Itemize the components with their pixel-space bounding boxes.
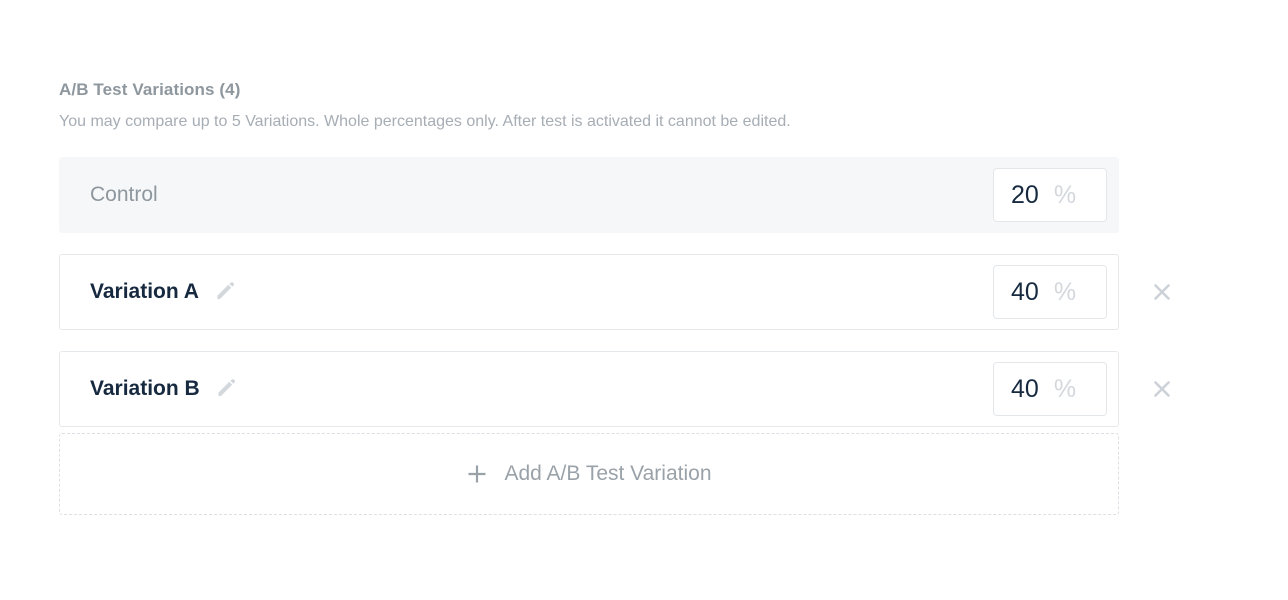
control-label-wrap: Control bbox=[60, 182, 993, 208]
close-icon bbox=[1154, 381, 1170, 397]
control-label: Control bbox=[90, 183, 158, 206]
control-percent-field[interactable]: 20 % bbox=[993, 168, 1107, 222]
variation-a-label: Variation A bbox=[90, 280, 199, 303]
percent-sign: % bbox=[1053, 181, 1077, 209]
pencil-icon[interactable] bbox=[213, 280, 237, 304]
percent-sign: % bbox=[1053, 375, 1077, 403]
add-variation-button[interactable]: Add A/B Test Variation bbox=[59, 433, 1119, 515]
percent-sign: % bbox=[1053, 278, 1077, 306]
plus-icon bbox=[466, 463, 488, 485]
add-variation-inner: Add A/B Test Variation bbox=[466, 461, 712, 487]
variation-row-a: Variation A 40 % bbox=[59, 254, 1170, 330]
variation-a-percent-field[interactable]: 40 % bbox=[993, 265, 1107, 319]
variation-b-percent-field[interactable]: 40 % bbox=[993, 362, 1107, 416]
variation-row-control: Control 20 % bbox=[59, 157, 1119, 233]
variation-row-b: Variation B 40 % bbox=[59, 351, 1170, 427]
variations-list: Control 20 % Variation A 40 % Variation … bbox=[59, 157, 1170, 515]
control-percent-value: 20 bbox=[1011, 181, 1039, 209]
ab-test-variations-panel: A/B Test Variations (4) You may compare … bbox=[59, 78, 1170, 515]
variation-a-label-wrap: Variation A bbox=[60, 279, 993, 305]
remove-variation-b-button[interactable] bbox=[1145, 372, 1179, 406]
section-description: You may compare up to 5 Variations. Whol… bbox=[59, 113, 791, 130]
variation-a-percent-value: 40 bbox=[1011, 278, 1039, 306]
pencil-icon[interactable] bbox=[214, 377, 238, 401]
close-icon bbox=[1154, 284, 1170, 300]
variation-b-percent-value: 40 bbox=[1011, 375, 1039, 403]
remove-variation-a-button[interactable] bbox=[1145, 275, 1179, 309]
variation-b-label-wrap: Variation B bbox=[60, 376, 993, 402]
variation-b-label: Variation B bbox=[90, 377, 200, 400]
section-title: A/B Test Variations (4) bbox=[59, 80, 241, 99]
add-variation-label: Add A/B Test Variation bbox=[504, 462, 712, 485]
